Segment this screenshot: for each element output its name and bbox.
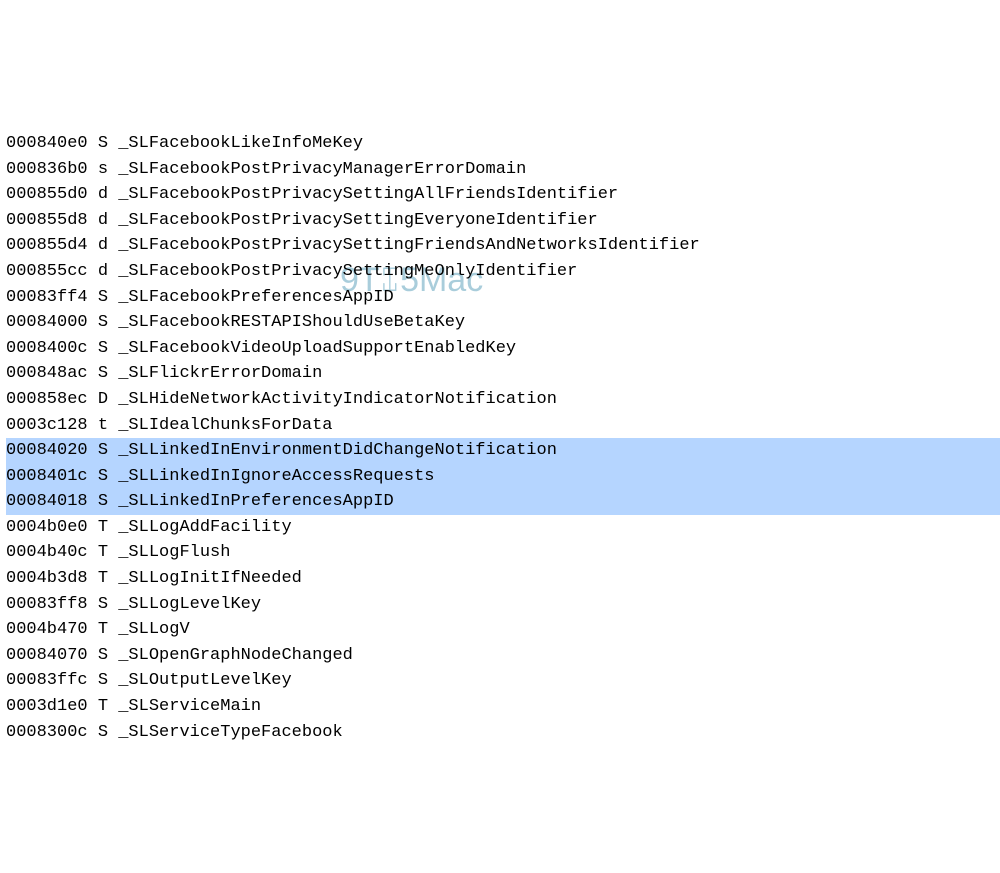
- symbol-name: _SLLogAddFacility: [118, 518, 291, 537]
- symbol-name: _SLLogFlush: [118, 543, 230, 562]
- symbol-line: 0003d1e0 T _SLServiceMain: [6, 694, 1000, 720]
- symbol-name: _SLLinkedInPreferencesAppID: [118, 492, 393, 511]
- symbol-name: _SLFacebookPostPrivacySettingFriendsAndN…: [118, 236, 700, 255]
- symbol-type: s: [98, 160, 108, 179]
- symbol-line: 0008300c S _SLServiceTypeFacebook: [6, 720, 1000, 746]
- symbol-type: T: [98, 543, 108, 562]
- address: 0004b40c: [6, 543, 88, 562]
- symbol-line: 000855d8 d _SLFacebookPostPrivacySetting…: [6, 208, 1000, 234]
- symbol-name: _SLLinkedInEnvironmentDidChangeNotificat…: [118, 441, 557, 460]
- address: 000840e0: [6, 134, 88, 153]
- symbol-name: _SLHideNetworkActivityIndicatorNotificat…: [118, 390, 557, 409]
- symbol-name: _SLOutputLevelKey: [118, 671, 291, 690]
- address: 000855cc: [6, 262, 88, 281]
- address: 0004b0e0: [6, 518, 88, 537]
- address: 0003d1e0: [6, 697, 88, 716]
- symbol-line: 000858ec D _SLHideNetworkActivityIndicat…: [6, 387, 1000, 413]
- symbol-name: _SLServiceTypeFacebook: [118, 723, 342, 742]
- address: 00084000: [6, 313, 88, 332]
- address: 0004b3d8: [6, 569, 88, 588]
- symbol-dump: 000840e0 S _SLFacebookLikeInfoMeKey00083…: [6, 131, 1000, 745]
- symbol-name: _SLServiceMain: [118, 697, 261, 716]
- symbol-name: _SLFacebookPostPrivacySettingAllFriendsI…: [118, 185, 618, 204]
- symbol-line: 00083ff8 S _SLLogLevelKey: [6, 592, 1000, 618]
- address: 00084070: [6, 646, 88, 665]
- address: 0004b470: [6, 620, 88, 639]
- symbol-type: S: [98, 441, 108, 460]
- symbol-type: d: [98, 185, 108, 204]
- symbol-name: _SLFacebookPostPrivacyManagerErrorDomain: [118, 160, 526, 179]
- symbol-type: T: [98, 697, 108, 716]
- symbol-name: _SLFacebookVideoUploadSupportEnabledKey: [118, 339, 516, 358]
- address: 00083ffc: [6, 671, 88, 690]
- symbol-line: 000848ac S _SLFlickrErrorDomain: [6, 361, 1000, 387]
- symbol-type: d: [98, 211, 108, 230]
- symbol-type: T: [98, 620, 108, 639]
- symbol-type: S: [98, 467, 108, 486]
- address: 000848ac: [6, 364, 88, 383]
- symbol-line: 00084018 S _SLLinkedInPreferencesAppID: [6, 489, 1000, 515]
- symbol-line: 000836b0 s _SLFacebookPostPrivacyManager…: [6, 157, 1000, 183]
- symbol-line: 00084020 S _SLLinkedInEnvironmentDidChan…: [6, 438, 1000, 464]
- symbol-type: S: [98, 646, 108, 665]
- symbol-type: d: [98, 236, 108, 255]
- symbol-line: 00084070 S _SLOpenGraphNodeChanged: [6, 643, 1000, 669]
- symbol-name: _SLFacebookLikeInfoMeKey: [118, 134, 363, 153]
- symbol-line: 000855cc d _SLFacebookPostPrivacySetting…: [6, 259, 1000, 285]
- address: 0008400c: [6, 339, 88, 358]
- symbol-type: S: [98, 313, 108, 332]
- symbol-line: 00083ffc S _SLOutputLevelKey: [6, 668, 1000, 694]
- address: 000836b0: [6, 160, 88, 179]
- symbol-line: 000855d0 d _SLFacebookPostPrivacySetting…: [6, 182, 1000, 208]
- address: 000858ec: [6, 390, 88, 409]
- address: 000855d8: [6, 211, 88, 230]
- address: 0008300c: [6, 723, 88, 742]
- symbol-name: _SLFacebookPostPrivacySettingEveryoneIde…: [118, 211, 597, 230]
- symbol-type: S: [98, 723, 108, 742]
- address: 000855d0: [6, 185, 88, 204]
- symbol-name: _SLIdealChunksForData: [118, 416, 332, 435]
- symbol-line: 0004b0e0 T _SLLogAddFacility: [6, 515, 1000, 541]
- symbol-line: 0008400c S _SLFacebookVideoUploadSupport…: [6, 336, 1000, 362]
- symbol-line: 000855d4 d _SLFacebookPostPrivacySetting…: [6, 233, 1000, 259]
- symbol-type: t: [98, 416, 108, 435]
- symbol-line: 00084000 S _SLFacebookRESTAPIShouldUseBe…: [6, 310, 1000, 336]
- symbol-type: d: [98, 262, 108, 281]
- address: 0008401c: [6, 467, 88, 486]
- address: 00084018: [6, 492, 88, 511]
- symbol-line: 0008401c S _SLLinkedInIgnoreAccessReques…: [6, 464, 1000, 490]
- symbol-type: S: [98, 492, 108, 511]
- symbol-type: S: [98, 134, 108, 153]
- symbol-name: _SLFacebookRESTAPIShouldUseBetaKey: [118, 313, 465, 332]
- symbol-name: _SLFlickrErrorDomain: [118, 364, 322, 383]
- address: 000855d4: [6, 236, 88, 255]
- symbol-name: _SLLogV: [118, 620, 189, 639]
- symbol-line: 0004b40c T _SLLogFlush: [6, 540, 1000, 566]
- symbol-line: 0004b3d8 T _SLLogInitIfNeeded: [6, 566, 1000, 592]
- symbol-type: S: [98, 364, 108, 383]
- symbol-line: 000840e0 S _SLFacebookLikeInfoMeKey: [6, 131, 1000, 157]
- symbol-type: S: [98, 339, 108, 358]
- symbol-line: 0003c128 t _SLIdealChunksForData: [6, 413, 1000, 439]
- symbol-type: S: [98, 671, 108, 690]
- symbol-type: T: [98, 569, 108, 588]
- address: 00083ff4: [6, 288, 88, 307]
- symbol-type: S: [98, 288, 108, 307]
- symbol-name: _SLLinkedInIgnoreAccessRequests: [118, 467, 434, 486]
- symbol-name: _SLFacebookPreferencesAppID: [118, 288, 393, 307]
- address: 00084020: [6, 441, 88, 460]
- symbol-type: D: [98, 390, 108, 409]
- symbol-name: _SLOpenGraphNodeChanged: [118, 646, 353, 665]
- address: 0003c128: [6, 416, 88, 435]
- symbol-line: 00083ff4 S _SLFacebookPreferencesAppID: [6, 285, 1000, 311]
- symbol-name: _SLFacebookPostPrivacySettingMeOnlyIdent…: [118, 262, 577, 281]
- symbol-type: T: [98, 518, 108, 537]
- symbol-name: _SLLogInitIfNeeded: [118, 569, 302, 588]
- symbol-line: 0004b470 T _SLLogV: [6, 617, 1000, 643]
